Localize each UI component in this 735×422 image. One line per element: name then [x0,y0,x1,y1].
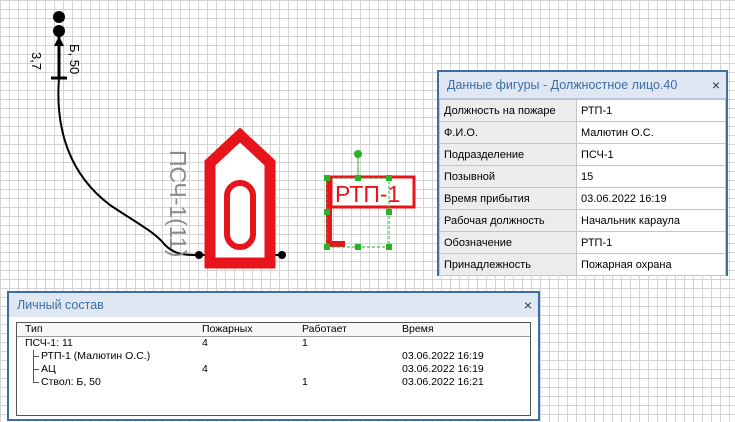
close-icon[interactable]: × [524,293,532,317]
property-row[interactable]: Время прибытия 03.06.2022 16:19 [439,187,726,210]
personnel-grid[interactable]: Тип Пожарных Работает Время ПСЧ-1: 11 4 … [16,322,531,416]
column-header-time[interactable]: Время [402,323,434,336]
rtp-flag-shape[interactable]: РТП-1 [324,150,416,250]
cell-working: 1 [302,376,308,388]
personnel-panel-title-text: Личный состав [17,298,104,312]
property-key: Принадлежность [439,253,577,276]
cell-type: РТП-1 (Малютин О.С.) [41,350,151,362]
personnel-panel[interactable]: Личный состав × Тип Пожарных Работает Вр… [7,291,540,421]
property-key: Подразделение [439,143,577,166]
column-header-firefighters[interactable]: Пожарных [202,323,253,336]
property-row[interactable]: Подразделение ПСЧ-1 [439,143,726,166]
property-key: Рабочая должность [439,209,577,232]
column-header-working[interactable]: Работает [302,323,347,336]
property-value[interactable]: 15 [576,165,726,188]
hose-label: Б, 50 [67,44,82,74]
property-row[interactable]: Обозначение РТП-1 [439,231,726,254]
table-row[interactable]: Ствол: Б, 50 1 03.06.2022 16:21 [17,376,530,389]
tree-branch [33,369,39,370]
cell-working: 1 [302,337,308,349]
properties-table: Должность на пожаре РТП-1 Ф.И.О. Малютин О… [439,99,726,276]
property-row[interactable]: Позывной 15 [439,165,726,188]
flag-icon: РТП-1 [326,175,416,247]
nozzle-icon [53,11,65,23]
property-row[interactable]: Должность на пожаре РТП-1 [439,99,726,122]
property-key: Ф.И.О. [439,121,577,144]
close-icon[interactable]: × [712,72,720,98]
property-value[interactable]: РТП-1 [576,99,726,122]
tree-branch [33,356,39,357]
shape-data-panel[interactable]: Данные фигуры - Должностное лицо.40 × До… [437,70,728,276]
cell-time: 03.06.2022 16:19 [402,350,484,362]
property-key: Обозначение [439,231,577,254]
cell-time: 03.06.2022 16:21 [402,376,484,388]
column-header-type[interactable]: Тип [25,323,43,336]
unit-label: ПСЧ-1(11) [165,150,191,257]
cell-type: ПСЧ-1: 11 [25,337,73,349]
table-row[interactable]: РТП-1 (Малютин О.С.) 03.06.2022 16:19 [17,350,530,363]
hose-length-label: 3,7 [29,52,44,70]
cell-type: АЦ [41,363,56,375]
property-value[interactable]: Начальник караула [576,209,726,232]
property-value[interactable]: 03.06.2022 16:19 [576,187,726,210]
property-row[interactable]: Принадлежность Пожарная охрана [439,253,726,276]
personnel-panel-title: Личный состав × [9,293,538,317]
cell-time: 03.06.2022 16:19 [402,363,484,375]
property-row[interactable]: Рабочая должность Начальник караула [439,209,726,232]
shape-data-panel-title: Данные фигуры - Должностное лицо.40 × [439,72,726,99]
property-value[interactable]: Малютин О.С. [576,121,726,144]
cell-type: Ствол: Б, 50 [41,376,101,388]
property-key: Позывной [439,165,577,188]
property-key: Время прибытия [439,187,577,210]
table-row[interactable]: АЦ 4 03.06.2022 16:19 [17,363,530,376]
property-value[interactable]: ПСЧ-1 [576,143,726,166]
cell-firefighters: 4 [202,337,208,349]
property-key: Должность на пожаре [439,99,577,122]
property-value[interactable]: Пожарная охрана [576,253,726,276]
table-row[interactable]: ПСЧ-1: 11 4 1 [17,337,530,350]
fire-truck-shape[interactable]: ПСЧ-1(11) [165,127,286,269]
property-row[interactable]: Ф.И.О. Малютин О.С. [439,121,726,144]
tree-branch [33,382,39,383]
grid-header: Тип Пожарных Работает Время [17,323,530,337]
shape-data-panel-title-text: Данные фигуры - Должностное лицо.40 [447,78,678,92]
property-value[interactable]: РТП-1 [576,231,726,254]
flag-label: РТП-1 [335,181,400,207]
cell-firefighters: 4 [202,363,208,375]
